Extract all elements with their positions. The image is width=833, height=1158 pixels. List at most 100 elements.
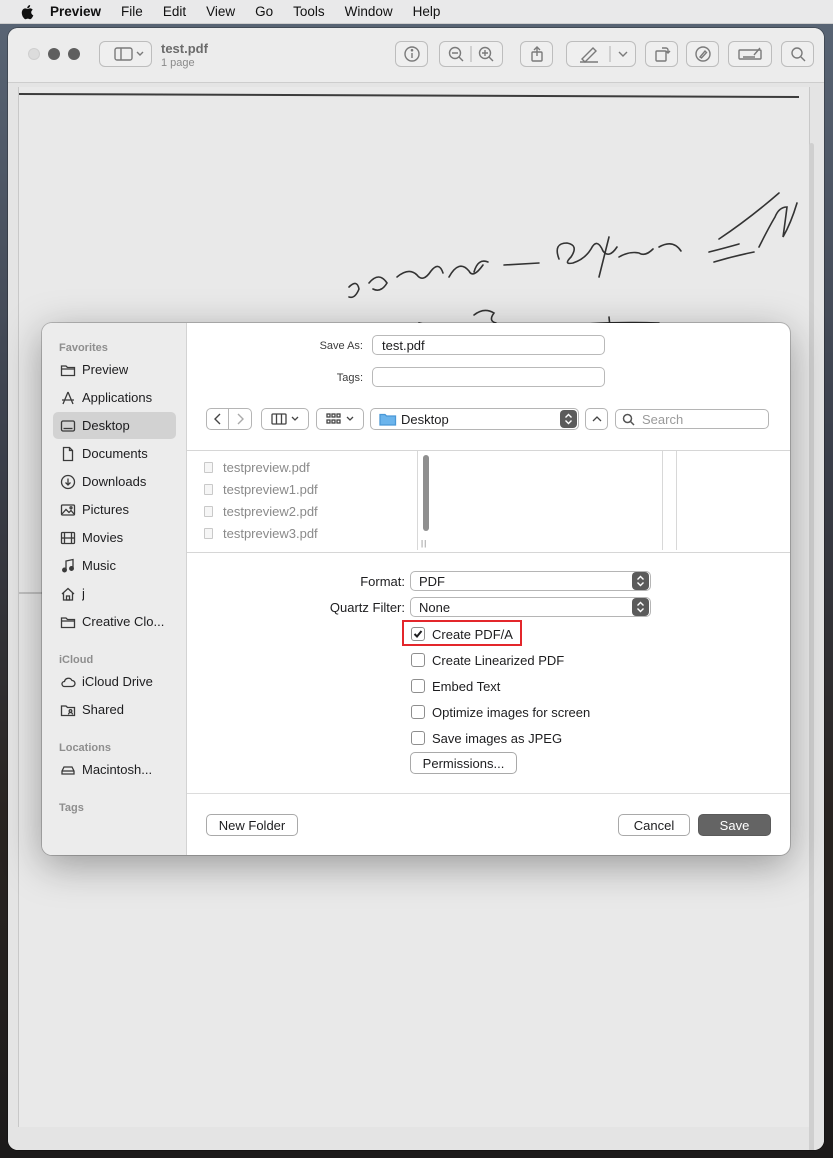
group-button[interactable] (316, 408, 364, 430)
embed-text-checkbox[interactable]: Embed Text (411, 677, 500, 695)
downloads-icon (60, 474, 76, 489)
sidebar-item-desktop[interactable]: Desktop (53, 412, 176, 439)
sidebar-item-label: Music (82, 558, 116, 573)
markup-button[interactable] (566, 41, 636, 67)
sidebar-item-macintosh-hd[interactable]: Macintosh... (53, 756, 176, 783)
markup-circle-button[interactable] (686, 41, 719, 67)
menu-window[interactable]: Window (345, 4, 393, 19)
sidebar-item-applications[interactable]: Applications (53, 384, 176, 411)
location-popup[interactable]: Desktop (370, 408, 579, 430)
sidebar-icon (113, 47, 143, 61)
back-button[interactable] (206, 408, 229, 430)
sidebar-item-shared[interactable]: Shared (53, 696, 176, 723)
menu-help[interactable]: Help (413, 4, 441, 19)
save-images-jpeg-checkbox[interactable]: Save images as JPEG (411, 729, 562, 747)
sidebar-item-downloads[interactable]: Downloads (53, 468, 176, 495)
zoom-controls[interactable] (439, 41, 503, 67)
sidebar-item-movies[interactable]: Movies (53, 524, 176, 551)
sidebar-item-label: Shared (82, 702, 124, 717)
create-pdfa-checkbox[interactable]: Create PDF/A (411, 625, 513, 643)
quartz-filter-value: None (419, 599, 451, 615)
menu-tools[interactable]: Tools (293, 4, 325, 19)
column-divider[interactable] (676, 451, 677, 550)
sidebar-header-icloud: iCloud (59, 654, 94, 666)
search-field[interactable] (615, 409, 769, 429)
save-as-input[interactable] (372, 335, 605, 355)
sidebar-item-documents[interactable]: Documents (53, 440, 176, 467)
pdf-file-icon (204, 483, 213, 495)
folder-icon (60, 364, 76, 376)
collapse-button[interactable] (585, 408, 608, 430)
optimize-images-checkbox[interactable]: Optimize images for screen (411, 703, 590, 721)
minimize-window-button[interactable] (48, 48, 60, 60)
list-item[interactable]: testpreview2.pdf (204, 500, 318, 522)
quartz-filter-popup[interactable]: None (410, 597, 651, 617)
location-label: Desktop (401, 411, 449, 427)
sidebar-item-pictures[interactable]: Pictures (53, 496, 176, 523)
chevron-right-icon (237, 413, 244, 425)
permissions-button[interactable]: Permissions... (410, 752, 517, 774)
form-fill-button[interactable] (728, 41, 772, 67)
format-stepper-icon (632, 572, 649, 590)
sidebar-item-label: Macintosh... (82, 762, 153, 777)
column-resize-grip[interactable]: || (421, 539, 427, 548)
search-toolbar-button[interactable] (781, 41, 814, 67)
tags-input[interactable] (372, 367, 605, 387)
sidebar-toggle-button[interactable] (99, 41, 152, 67)
sidebar-item-preview[interactable]: Preview (53, 356, 176, 383)
file-name: testpreview.pdf (223, 459, 310, 475)
checkbox-label: Create PDF/A (432, 626, 513, 642)
column-divider[interactable] (417, 451, 418, 550)
save-dialog: Favorites Preview Applications Desktop D… (42, 323, 790, 855)
sidebar-item-label: Movies (82, 530, 124, 545)
share-button[interactable] (520, 41, 553, 67)
checkbox-box[interactable] (411, 653, 425, 667)
sidebar-header-tags: Tags (59, 802, 84, 814)
sidebar-item-creative-cloud[interactable]: Creative Clo... (53, 608, 176, 635)
tags-label: Tags: (336, 372, 363, 384)
menu-view[interactable]: View (206, 4, 235, 19)
list-item[interactable]: testpreview3.pdf (204, 522, 318, 544)
menu-file[interactable]: File (121, 4, 143, 19)
menu-app-name[interactable]: Preview (50, 4, 101, 19)
quartz-stepper-icon (632, 598, 649, 616)
sidebar-item-music[interactable]: Music (53, 552, 176, 579)
checkbox-box[interactable] (411, 705, 425, 719)
list-item[interactable]: testpreview1.pdf (204, 478, 318, 500)
view-mode-button[interactable] (261, 408, 309, 430)
checkbox-box[interactable] (411, 627, 425, 641)
sidebar-item-icloud-drive[interactable]: iCloud Drive (53, 668, 176, 695)
save-button[interactable]: Save (698, 814, 771, 836)
menu-edit[interactable]: Edit (163, 4, 186, 19)
format-popup[interactable]: PDF (410, 571, 651, 591)
cancel-button[interactable]: Cancel (618, 814, 690, 836)
pictures-icon (60, 503, 76, 516)
column-divider[interactable] (662, 451, 663, 550)
close-window-button[interactable] (28, 48, 40, 60)
file-name: testpreview2.pdf (223, 503, 318, 519)
forward-button[interactable] (229, 408, 252, 430)
sidebar-item-label: Desktop (82, 418, 130, 433)
create-linearized-pdf-checkbox[interactable]: Create Linearized PDF (411, 651, 564, 669)
format-value: PDF (419, 573, 445, 589)
apple-menu-icon[interactable] (20, 4, 34, 20)
new-folder-button[interactable]: New Folder (206, 814, 298, 836)
cloud-icon (61, 677, 76, 687)
checkbox-box[interactable] (411, 679, 425, 693)
zoom-window-button[interactable] (68, 48, 80, 60)
column-scrollbar[interactable] (423, 455, 429, 531)
checkbox-label: Create Linearized PDF (432, 652, 565, 668)
sidebar-item-label: Downloads (82, 474, 147, 489)
vertical-scrollbar[interactable] (809, 143, 814, 1150)
sidebar-item-home[interactable]: j (53, 580, 176, 607)
pdf-file-icon (204, 505, 213, 517)
info-button[interactable] (395, 41, 428, 67)
checkbox-box[interactable] (411, 731, 425, 745)
list-item[interactable]: testpreview.pdf (204, 456, 310, 478)
search-input[interactable] (640, 410, 764, 428)
file-name: testpreview1.pdf (223, 481, 318, 497)
sidebar-header-favorites: Favorites (59, 342, 108, 354)
rotate-button[interactable] (645, 41, 678, 67)
menu-go[interactable]: Go (255, 4, 273, 19)
form-icon (738, 47, 762, 60)
